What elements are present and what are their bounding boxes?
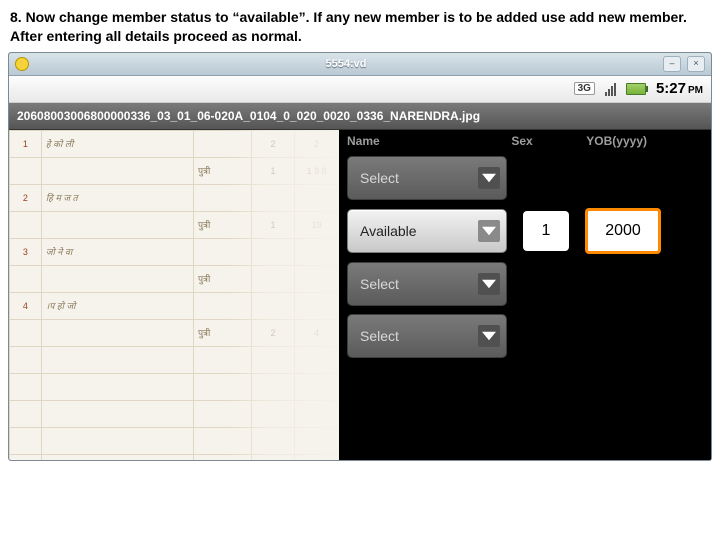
member-form: Name Sex YOB(yyyy) Select Available 1 20… xyxy=(339,130,711,460)
scanned-document-image: 1हे को ली22 पुत्री11 9 8 2हि म ज त पुत्र… xyxy=(9,130,339,460)
window-title: 5554:vd xyxy=(35,58,657,70)
chevron-down-icon xyxy=(478,273,500,295)
emulator-titlebar: 5554:vd – × xyxy=(9,53,711,76)
minimize-button[interactable]: – xyxy=(663,56,681,72)
close-button[interactable]: × xyxy=(687,56,705,72)
header-name: Name xyxy=(347,134,487,148)
main-content: 1हे को ली22 पुत्री11 9 8 2हि म ज त पुत्र… xyxy=(9,130,711,460)
yob-field-2[interactable]: 2000 xyxy=(585,208,661,254)
clock: 5:27PM xyxy=(656,80,703,97)
signal-bars-icon xyxy=(605,82,616,96)
chevron-down-icon xyxy=(478,325,500,347)
chevron-down-icon xyxy=(478,167,500,189)
header-yob: YOB(yyyy) xyxy=(557,134,647,148)
status-spinner-2[interactable]: Available xyxy=(347,209,507,253)
android-statusbar: 3G 5:27PM xyxy=(9,76,711,103)
network-type-icon: 3G xyxy=(574,82,595,95)
status-spinner-4[interactable]: Select xyxy=(347,314,507,358)
sex-field-2[interactable]: 1 xyxy=(523,211,569,251)
filename-bar: 20608003006800000336_03_01_06-020A_0104_… xyxy=(9,103,711,130)
status-spinner-1[interactable]: Select xyxy=(347,156,507,200)
status-spinner-3[interactable]: Select xyxy=(347,262,507,306)
bulb-icon xyxy=(15,57,29,71)
instruction-text: 8. Now change member status to “availabl… xyxy=(0,0,720,52)
chevron-down-icon xyxy=(478,220,500,242)
header-sex: Sex xyxy=(487,134,557,148)
column-headers: Name Sex YOB(yyyy) xyxy=(339,134,711,152)
member-row-1: Select xyxy=(339,152,711,204)
member-row-3: Select xyxy=(339,258,711,310)
emulator-window: 5554:vd – × 3G 5:27PM 206080030068000003… xyxy=(8,52,712,461)
member-row-2: Available 1 2000 xyxy=(339,204,711,258)
battery-icon xyxy=(626,83,646,95)
member-row-4: Select xyxy=(339,310,711,362)
